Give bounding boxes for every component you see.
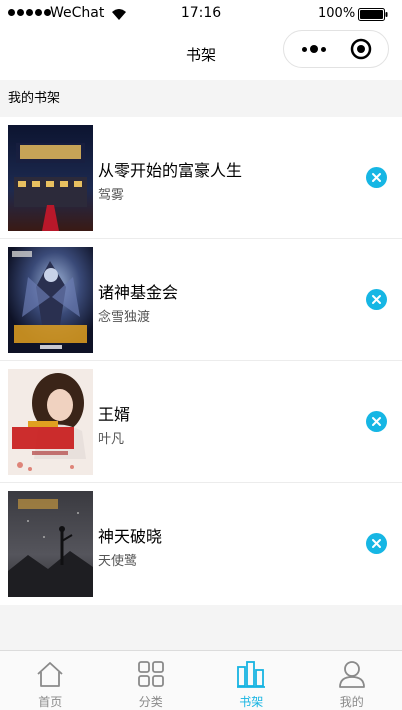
navigation-bar: 书架 [0,28,402,80]
remove-book-button[interactable] [366,167,387,188]
close-icon [372,539,381,548]
mini-program-capsule [283,30,389,68]
book-title: 王婿 [98,405,131,424]
book-cover [8,247,93,353]
book-cover [8,491,93,597]
remove-book-button[interactable] [366,533,387,554]
book-title: 诸神基金会 [98,283,179,302]
battery-icon [358,8,388,21]
tab-bookshelf[interactable]: 书架 [201,651,302,710]
tab-label: 首页 [38,695,63,709]
tab-profile[interactable]: 我的 [302,651,402,710]
book-item[interactable]: 从零开始的富豪人生 驾雾 [0,117,402,239]
book-author: 驾雾 [98,188,125,203]
tab-bar: 首页 分类 书架 我的 [0,650,402,710]
close-mini-program-icon[interactable] [350,38,372,60]
book-item[interactable]: 诸神基金会 念雪独渡 [0,239,402,361]
book-item[interactable]: 王婿 叶凡 [0,361,402,483]
user-icon [338,661,365,688]
book-cover [8,125,93,231]
tab-label: 分类 [138,695,163,709]
book-author: 叶凡 [98,432,125,447]
close-icon [372,417,381,426]
grid-icon [137,661,164,687]
book-cover [8,369,93,475]
section-header: 我的书架 [0,80,402,117]
tab-label: 我的 [339,695,364,709]
book-author: 念雪独渡 [98,310,151,325]
book-title: 神天破晓 [98,527,163,546]
remove-book-button[interactable] [366,289,387,310]
status-bar: WeChat 17:16 100% [0,0,402,28]
home-icon [37,662,63,687]
book-item[interactable]: 神天破晓 天使鹭 [0,483,402,605]
book-author: 天使鹭 [98,554,138,569]
bookshelf-icon [237,661,266,688]
tab-category[interactable]: 分类 [101,651,202,710]
battery-percentage: 100% [318,6,356,21]
more-options-button[interactable] [292,31,336,67]
book-title: 从零开始的富豪人生 [98,161,243,180]
tab-home[interactable]: 首页 [0,651,101,710]
book-list: 从零开始的富豪人生 驾雾 诸神基金会 念雪独渡 王婿 叶凡 神天破晓 天使鹭 [0,117,402,605]
tab-label: 书架 [239,695,264,709]
remove-book-button[interactable] [366,411,387,432]
close-icon [372,173,381,182]
close-icon [372,295,381,304]
